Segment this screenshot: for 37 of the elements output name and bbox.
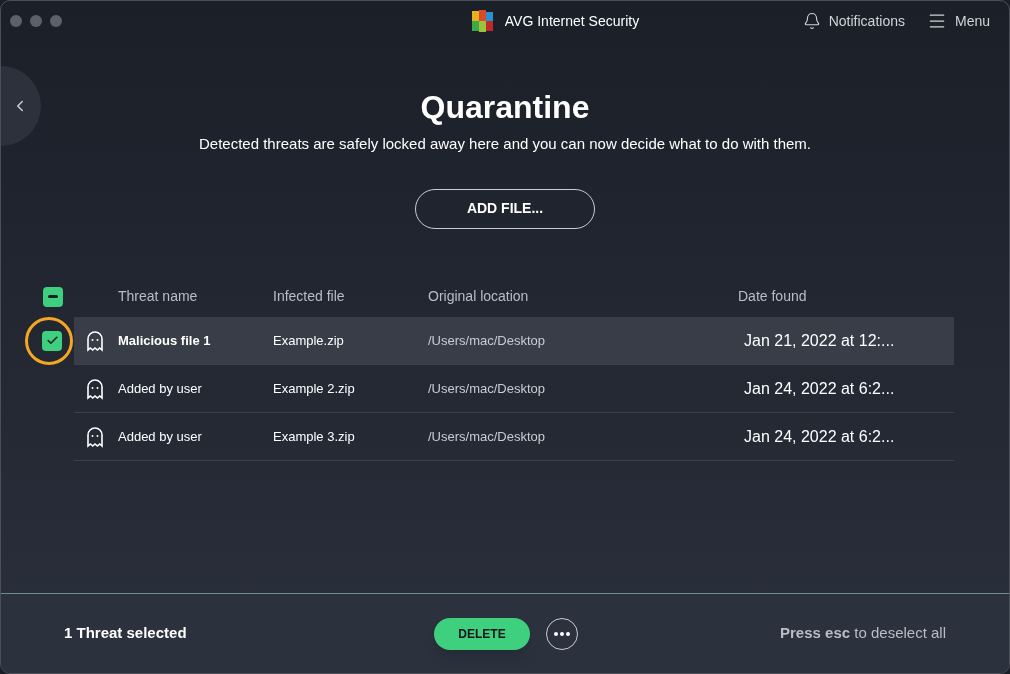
column-header: Date found xyxy=(737,287,808,306)
ghost-icon xyxy=(86,425,104,448)
deselect-hint: Press esc to deselect all xyxy=(780,623,946,644)
threat-name-cell-text: Added by user xyxy=(118,427,202,446)
date-found-cell-text: Jan 21, 2022 at 12:... xyxy=(743,330,896,351)
location-cell-text: /Users/mac/Desktop xyxy=(428,331,547,350)
column-header: Threat name xyxy=(117,287,199,306)
ghost-icon xyxy=(86,329,104,352)
infected-file-cell-text: Example.zip xyxy=(273,331,345,350)
minus-icon xyxy=(48,295,58,298)
window-zoom-control[interactable] xyxy=(50,15,62,27)
row-checkbox[interactable] xyxy=(42,330,62,351)
threat-name-cell-text: Added by user xyxy=(118,379,202,398)
window-close-control[interactable] xyxy=(10,15,22,27)
ghost-icon xyxy=(86,377,104,400)
infected-file-cell-text: Example 3.zip xyxy=(273,427,356,446)
location-cell-text: /Users/mac/Desktop xyxy=(428,379,547,398)
date-found-cell-text: Jan 24, 2022 at 6:2... xyxy=(743,378,896,399)
column-header: Original location xyxy=(428,287,530,306)
threat-name-cell-text: Malicious file 1 xyxy=(118,331,211,350)
location-cell-text: /Users/mac/Desktop xyxy=(428,427,547,446)
date-found-cell-text: Jan 24, 2022 at 6:2... xyxy=(743,426,896,447)
window-minimize-control[interactable] xyxy=(30,15,42,27)
delete-button[interactable]: DELETE xyxy=(434,617,530,650)
column-header: Infected file xyxy=(273,287,346,306)
select-all-checkbox[interactable] xyxy=(43,286,63,307)
infected-file-cell-text: Example 2.zip xyxy=(273,379,356,398)
page-subtitle: Detected threats are safely locked away here and you can now decide what to do with them. xyxy=(199,134,811,154)
page-title: Quarantine xyxy=(420,88,590,127)
menu-button[interactable]: Menu xyxy=(926,10,990,32)
window-title: AVG Internet Security xyxy=(504,11,640,31)
notifications-button[interactable]: Notifications xyxy=(802,10,905,32)
bell-icon xyxy=(802,12,821,30)
more-icon xyxy=(554,631,570,636)
selection-count: 1 Threat selected xyxy=(64,623,188,644)
app-logo-icon xyxy=(470,9,495,33)
check-icon xyxy=(45,334,59,347)
